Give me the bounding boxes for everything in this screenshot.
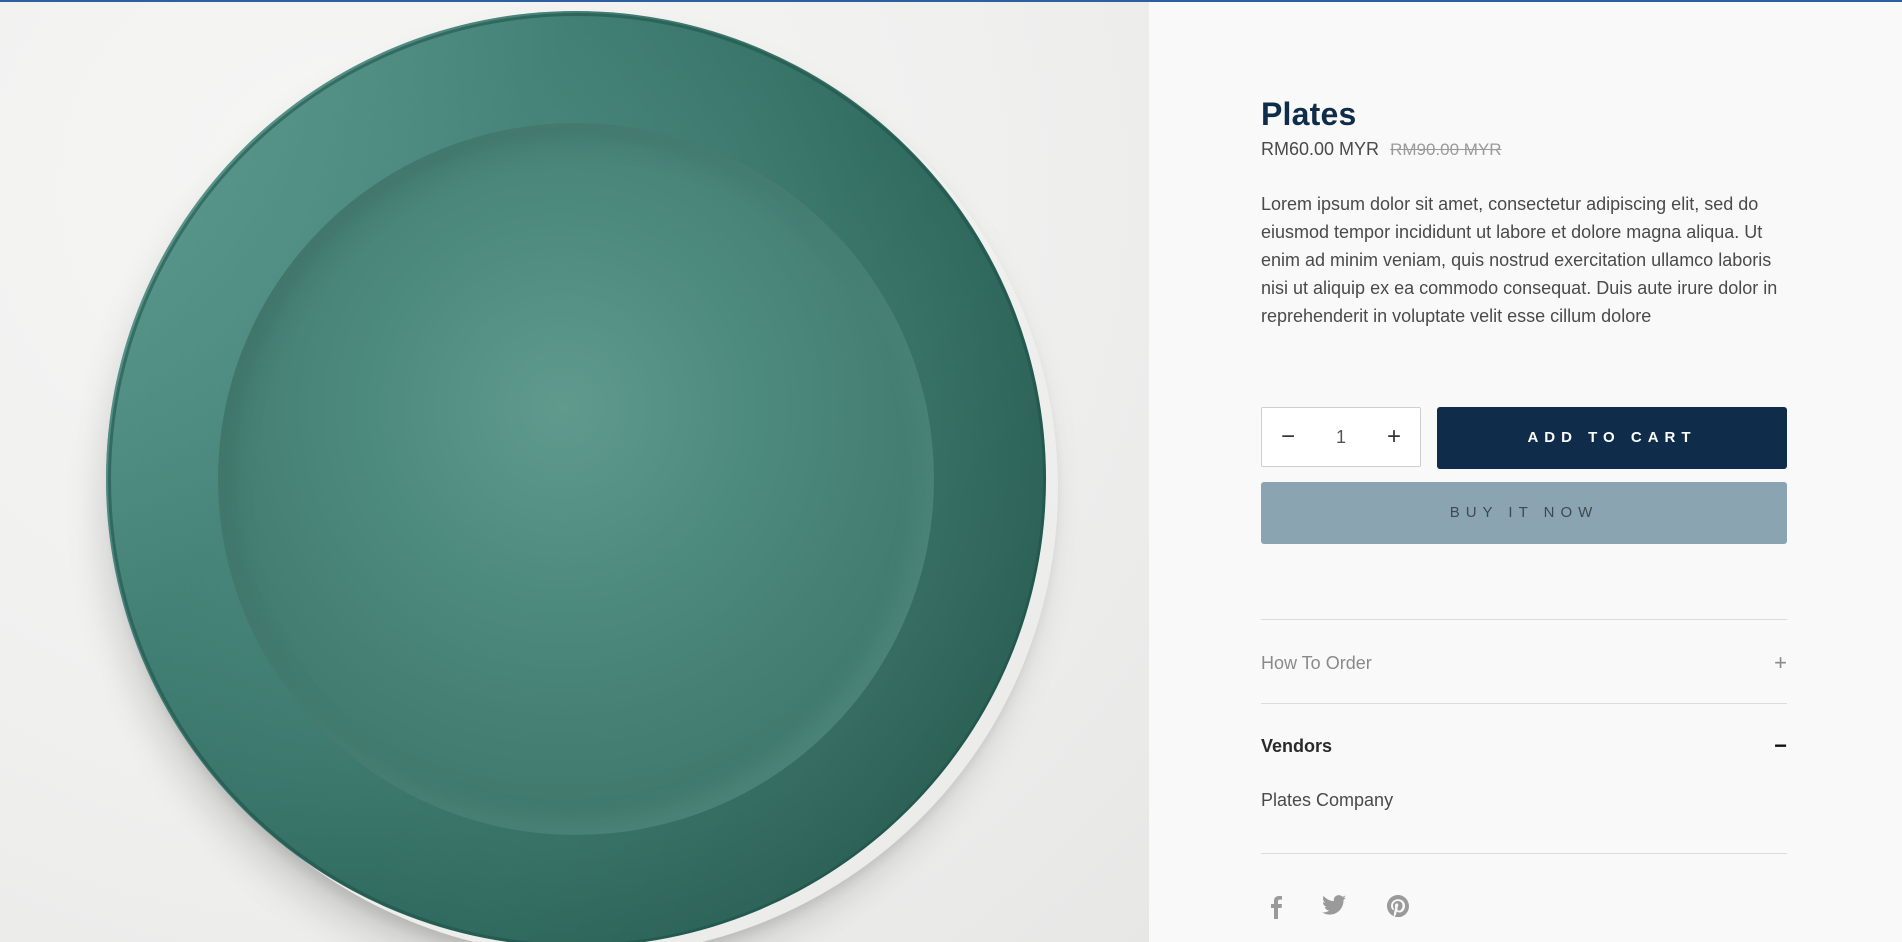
accordion-vendors-label: Vendors <box>1261 736 1333 756</box>
plate-edge <box>108 13 1046 942</box>
green-plate <box>106 11 1046 942</box>
divider <box>1261 853 1787 854</box>
divider <box>1261 619 1787 620</box>
twitter-icon[interactable] <box>1319 890 1349 924</box>
price-row: RM60.00 MYR RM90.00 MYR <box>1261 139 1502 160</box>
product-title: Plates <box>1261 96 1357 132</box>
pinterest-icon[interactable] <box>1383 890 1413 924</box>
vendor-name: Plates Company <box>1261 790 1394 810</box>
product-description: Lorem ipsum dolor sit amet, consectetur … <box>1261 194 1778 326</box>
quantity-stepper: − + <box>1261 407 1421 467</box>
buy-it-now-button[interactable]: BUY IT NOW <box>1261 482 1787 544</box>
quantity-increase-button[interactable]: + <box>1368 408 1420 466</box>
minus-icon: − <box>1774 733 1787 758</box>
divider <box>1261 703 1787 704</box>
accordion-how-to-order[interactable]: How To Order + <box>1261 648 1787 678</box>
accordion-vendors[interactable]: Vendors − <box>1261 731 1787 761</box>
quantity-input[interactable] <box>1314 408 1368 466</box>
facebook-icon[interactable] <box>1261 890 1291 924</box>
plus-icon: + <box>1774 650 1787 675</box>
quantity-decrease-button[interactable]: − <box>1262 408 1314 466</box>
add-to-cart-button[interactable]: ADD TO CART <box>1437 407 1787 469</box>
compare-at-price: RM90.00 MYR <box>1390 140 1502 159</box>
accordion-how-to-order-label: How To Order <box>1261 653 1372 673</box>
current-price: RM60.00 MYR <box>1261 139 1380 159</box>
product-image <box>0 2 1149 942</box>
